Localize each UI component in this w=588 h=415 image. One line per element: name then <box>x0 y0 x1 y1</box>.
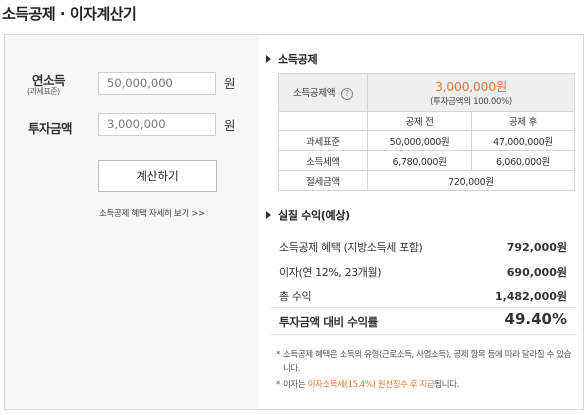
return-ratio-value: 49.40% <box>504 310 567 328</box>
invest-amount-input[interactable]: 3,000,000 <box>98 113 216 136</box>
invest-label: 투자금액 <box>28 121 73 136</box>
deduction-amount-cell: 3,000,000원 (투자금액의 100.00%) <box>367 73 575 112</box>
table-row: 절세금액 720,000원 <box>278 170 575 191</box>
row-label: 과세표준 <box>278 130 368 151</box>
page-title: 소득공제 · 이자계산기 <box>2 5 137 23</box>
deduction-table: 소득공제액 ? 3,000,000원 (투자금액의 100.00%) 공제 전 … <box>278 73 575 191</box>
col-after-header: 공제 후 <box>471 111 575 131</box>
income-sublabel: (과세표준) <box>27 87 60 96</box>
income-input[interactable]: 50,000,000 <box>98 72 216 95</box>
help-icon[interactable]: ? <box>340 88 353 100</box>
deduction-amount-value: 3,000,000원 <box>434 78 508 94</box>
total-return-label: 총 수익 <box>279 290 312 303</box>
deduction-amount-note: (투자금액의 100.00%) <box>430 96 512 107</box>
saving-label: 절세금액 <box>278 170 368 191</box>
empty-header-cell <box>278 111 368 131</box>
row-after-value: 47,000,000원 <box>471 130 575 151</box>
invest-unit: 원 <box>224 118 236 133</box>
returns-section-title: 실질 수익(예상) <box>266 207 350 223</box>
saving-value: 720,000원 <box>367 170 575 191</box>
triangle-bullet-icon <box>266 55 271 63</box>
table-row: 과세표준 50,000,000원 47,000,000원 <box>278 130 575 151</box>
row-before-value: 50,000,000원 <box>367 130 472 151</box>
col-before-header: 공제 전 <box>367 111 472 131</box>
divider <box>271 307 577 308</box>
deduction-amount-label-cell: 소득공제액 ? <box>278 73 368 112</box>
benefit-value: 792,000원 <box>506 241 567 254</box>
input-panel: 연소득 (과세표준) 50,000,000 원 투자금액 3,000,000 원… <box>5 35 259 409</box>
calculate-button[interactable]: 계산하기 <box>98 160 217 192</box>
benefit-label: 소득공제 혜택 (지방소득세 포함) <box>279 241 423 254</box>
divider <box>271 334 577 335</box>
row-label: 소득세액 <box>278 150 368 171</box>
deduction-section-title: 소득공제 <box>266 51 318 67</box>
note-interest-tax: * 이자는 이자소득세(15.4%) 원천징수 후 지급됩니다. <box>276 380 459 390</box>
row-after-value: 6,060,000원 <box>471 150 575 171</box>
note-income-type: * 소득공제 혜택은 소득의 유형(근로소득, 사업소득), 공제 항목 등에 따… <box>276 350 572 374</box>
triangle-bullet-icon <box>266 211 271 219</box>
interest-value: 690,000원 <box>506 266 567 279</box>
deduction-detail-link[interactable]: 소득공제 혜택 자세히 보기 >> <box>99 207 205 219</box>
row-before-value: 6,780,000원 <box>367 150 472 171</box>
return-ratio-label: 투자금액 대비 수익률 <box>279 315 378 329</box>
table-row: 소득세액 6,780,000원 6,060,000원 <box>278 150 575 171</box>
total-return-value: 1,482,000원 <box>494 290 567 303</box>
income-unit: 원 <box>224 76 236 91</box>
interest-label: 이자(연 12%, 23개월) <box>279 266 382 279</box>
calculator-panel: 연소득 (과세표준) 50,000,000 원 투자금액 3,000,000 원… <box>4 34 584 410</box>
